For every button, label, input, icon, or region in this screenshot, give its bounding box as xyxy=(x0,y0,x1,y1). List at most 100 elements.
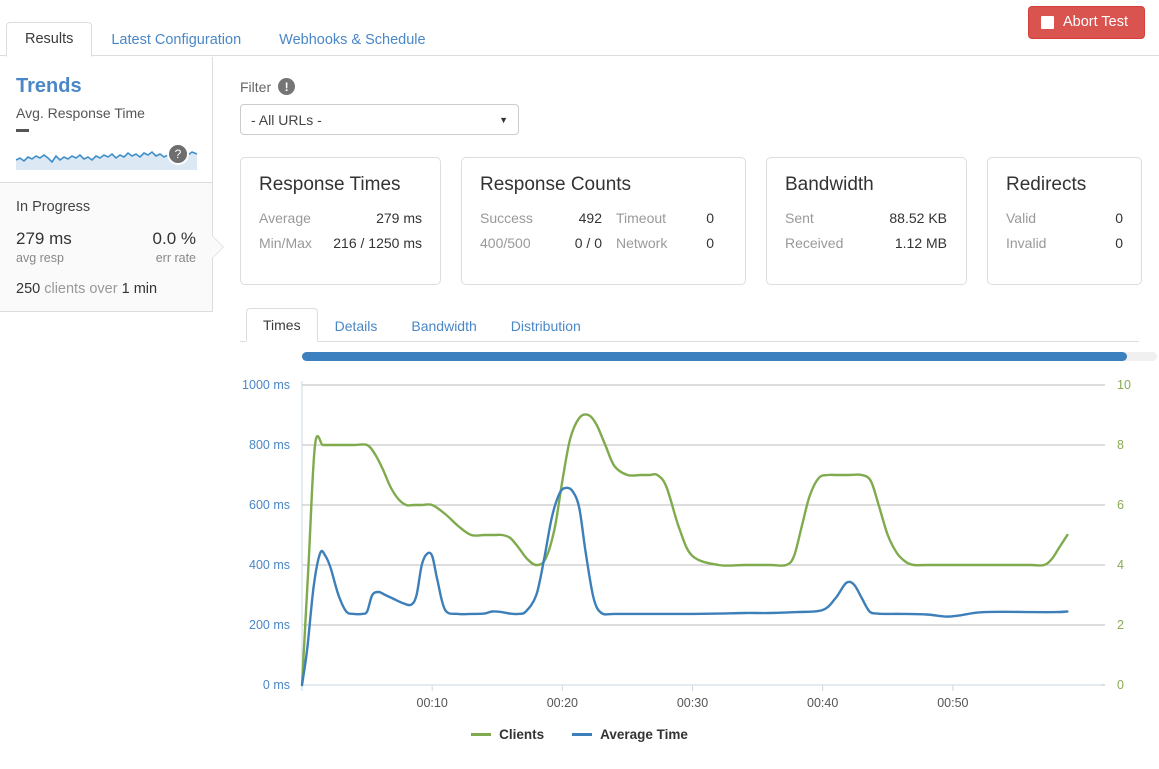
label-average: Average xyxy=(259,210,311,226)
value-valid: 0 xyxy=(1115,210,1123,226)
clients-over-text: clients over xyxy=(44,280,118,297)
chart-tab-times-label: Times xyxy=(263,317,301,333)
test-duration: 1 min xyxy=(121,280,158,297)
tab-webhooks-schedule-label: Webhooks & Schedule xyxy=(279,31,426,48)
card-row: Sent 88.52 KB xyxy=(785,210,948,226)
tab-latest-configuration[interactable]: Latest Configuration xyxy=(92,23,260,58)
trends-title[interactable]: Trends xyxy=(16,75,197,97)
y-axis-right-tick-label: 0 xyxy=(1117,678,1124,692)
avg-resp-metric: 279 ms avg resp xyxy=(16,229,72,265)
err-rate-label: err rate xyxy=(155,250,196,265)
card-bandwidth: Bandwidth Sent 88.52 KB Received 1.12 MB xyxy=(766,157,967,285)
value-network: 0 xyxy=(706,235,714,251)
y-axis-right-tick-label: 6 xyxy=(1117,498,1124,512)
series-line-clients xyxy=(300,413,1069,687)
selected-pointer-icon xyxy=(212,235,223,258)
sparkline-wrap: ? xyxy=(16,129,197,170)
card-bandwidth-title: Bandwidth xyxy=(785,174,874,195)
tab-results[interactable]: Results xyxy=(6,21,93,57)
x-axis-tick-label: 00:50 xyxy=(937,696,968,707)
y-axis-right-tick-label: 2 xyxy=(1117,618,1124,632)
url-filter-selected-value: - All URLs - xyxy=(251,111,322,128)
x-axis-tick-label: 00:30 xyxy=(677,696,708,707)
label-network: Network xyxy=(616,235,668,251)
err-rate-metric: 0.0 % err rate xyxy=(153,229,196,265)
filter-label: Filter xyxy=(240,78,272,95)
card-row: Invalid 0 xyxy=(1006,235,1123,251)
y-axis-left-tick-label: 600 ms xyxy=(249,498,290,512)
avg-resp-value: 279 ms xyxy=(16,229,72,248)
card-row: Received 1.12 MB xyxy=(785,235,948,251)
results-main: Filter ! - All URLs - ▼ Response Times A… xyxy=(240,57,1159,707)
card-row: Valid 0 xyxy=(1006,210,1123,226)
legend-swatch-clients xyxy=(471,733,492,736)
y-axis-right-tick-label: 10 xyxy=(1117,378,1131,392)
legend-item-clients[interactable]: Clients xyxy=(471,727,544,742)
chart-tab-bandwidth-label: Bandwidth xyxy=(411,318,477,334)
y-axis-left-tick-label: 0 ms xyxy=(263,678,290,692)
chart-tab-bandwidth[interactable]: Bandwidth xyxy=(394,309,493,342)
test-status-card[interactable]: In Progress 279 ms avg resp 0.0 % err ra… xyxy=(0,182,223,312)
trends-header: Trends Avg. Response Time xyxy=(0,57,213,121)
chart-tab-details[interactable]: Details xyxy=(318,309,395,342)
trends-sidebar: Trends Avg. Response Time ? In Progress … xyxy=(0,57,223,312)
x-axis-tick-label: 00:40 xyxy=(807,696,838,707)
value-success: 492 xyxy=(578,210,602,226)
url-filter-select[interactable]: - All URLs - ▼ xyxy=(240,104,519,135)
clients-count: 250 xyxy=(16,280,41,297)
card-row: Min/Max 216 / 1250 ms xyxy=(259,235,422,251)
x-axis-tick-label: 00:20 xyxy=(547,696,578,707)
label-timeout: Timeout xyxy=(616,210,667,226)
value-minmax: 216 / 1250 ms xyxy=(333,235,422,251)
filter-label-row: Filter ! xyxy=(240,78,1159,95)
value-sent: 88.52 KB xyxy=(889,210,947,226)
chart-range-scrollbar[interactable] xyxy=(302,352,1157,361)
tab-results-label: Results xyxy=(25,30,74,47)
tab-latest-configuration-label: Latest Configuration xyxy=(111,31,242,48)
chart-range-scrollbar-thumb[interactable] xyxy=(302,352,1128,361)
sparkline-help-badge[interactable]: ? xyxy=(167,143,189,165)
sparkline-value-dash xyxy=(16,129,29,132)
label-400-500: 400/500 xyxy=(480,235,531,251)
y-axis-left-tick-label: 1000 ms xyxy=(242,378,290,392)
value-invalid: 0 xyxy=(1115,235,1123,251)
card-row: 400/500 0 / 0 Network 0 xyxy=(480,235,727,251)
value-timeout: 0 xyxy=(706,210,714,226)
label-received: Received xyxy=(785,235,844,251)
info-icon[interactable]: ! xyxy=(278,78,296,95)
label-valid: Valid xyxy=(1006,210,1037,226)
legend-label-average-time: Average Time xyxy=(600,727,688,742)
y-axis-right-tick-label: 8 xyxy=(1117,438,1124,452)
x-axis-tick-label: 00:10 xyxy=(417,696,448,707)
value-received: 1.12 MB xyxy=(894,235,947,251)
label-success: Success xyxy=(480,210,533,226)
label-invalid: Invalid xyxy=(1006,235,1047,251)
main-tabstrip: Results Latest Configuration Webhooks & … xyxy=(0,16,1159,58)
main-tabs: Results Latest Configuration Webhooks & … xyxy=(0,16,1159,58)
card-redirects-title: Redirects xyxy=(1006,174,1087,195)
y-axis-left-tick-label: 400 ms xyxy=(249,558,290,572)
card-response-counts-title: Response Counts xyxy=(480,174,632,195)
label-sent: Sent xyxy=(785,210,814,226)
chevron-down-icon: ▼ xyxy=(499,114,508,125)
times-chart: 0 ms 200 ms 400 ms 600 ms 800 ms 1000 ms 0 2 4 6 8… xyxy=(240,367,1159,707)
y-axis-left-tick-label: 800 ms xyxy=(249,438,290,452)
results-page: Abort Test Results Latest Configuration … xyxy=(0,0,1159,769)
trends-subtitle: Avg. Response Time xyxy=(16,105,145,121)
legend-label-clients: Clients xyxy=(499,727,545,742)
card-redirects: Redirects Valid 0 Invalid 0 xyxy=(987,157,1142,285)
series-line-average-time xyxy=(300,486,1069,687)
chart-tab-distribution-label: Distribution xyxy=(510,318,581,334)
legend-item-average-time[interactable]: Average Time xyxy=(572,727,688,742)
value-400-500: 0 / 0 xyxy=(574,235,602,251)
times-chart-svg: 0 ms 200 ms 400 ms 600 ms 800 ms 1000 ms 0 2 4 6 8… xyxy=(242,378,1131,707)
legend-swatch-average-time xyxy=(572,733,593,736)
card-row: Average 279 ms xyxy=(259,210,422,226)
avg-resp-label: avg resp xyxy=(16,250,64,265)
chart-tab-distribution[interactable]: Distribution xyxy=(494,309,598,342)
status-metrics-row: 279 ms avg resp 0.0 % err rate xyxy=(16,229,196,265)
chart-tab-times[interactable]: Times xyxy=(246,308,318,342)
card-response-counts: Response Counts Success 492 Timeout 0 40… xyxy=(461,157,746,285)
tab-webhooks-schedule[interactable]: Webhooks & Schedule xyxy=(260,23,444,58)
err-rate-value: 0.0 % xyxy=(152,229,196,248)
